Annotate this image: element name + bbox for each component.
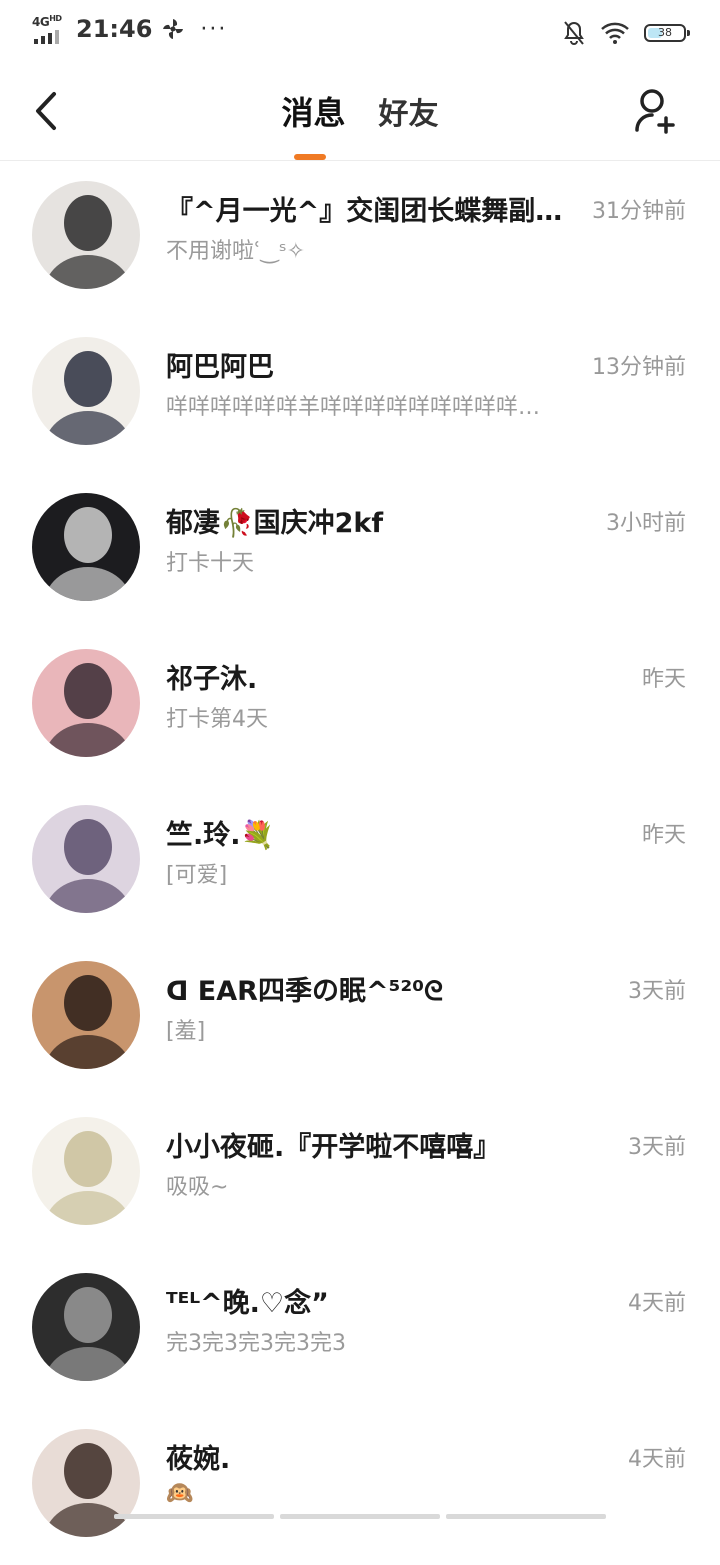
- conversation-time: 3天前: [628, 979, 686, 1004]
- conversation-time: 13分钟前: [592, 355, 686, 380]
- conversation-name: ᗡ EAR四季の眠^⁵²⁰ᘓ: [166, 976, 444, 1007]
- mute-bell-icon: [564, 21, 584, 45]
- conversation-name: ᵀᴱᴸ^晚.♡念”: [166, 1288, 329, 1319]
- signal-icon: 4GHD: [32, 14, 66, 44]
- conversation-item[interactable]: 郁凄🥀国庆冲2kf 3小时前打卡十天: [0, 473, 720, 629]
- conversation-item[interactable]: 莜婉. 4天前 🙉: [0, 1409, 720, 1565]
- conversation-time: 31分钟前: [592, 199, 686, 224]
- conversation-item[interactable]: ᗡ EAR四季の眠^⁵²⁰ᘓ 3天前 [羞]: [0, 941, 720, 1097]
- conversation-preview: [羞]: [166, 1019, 206, 1044]
- conversation-list: 『^月一光^』交闺团长蝶舞副… 31分钟前不用谢啦ʿ‿ˢ✧ 阿巴阿巴 13分钟前咩咩咩…: [0, 161, 720, 1565]
- conversation-time: 4天前: [628, 1447, 686, 1472]
- avatar[interactable]: [32, 649, 140, 757]
- conversation-time: 4天前: [628, 1291, 686, 1316]
- conversation-preview: 吸吸~: [166, 1175, 229, 1200]
- scroll-indicator: [0, 1514, 720, 1520]
- conversation-item[interactable]: 祁子沐. 昨天打卡第4天: [0, 629, 720, 785]
- avatar[interactable]: [32, 1429, 140, 1537]
- conversation-preview: 咩咩咩咩咩咩羊咩咩咩咩咩咩咩咩咩…: [166, 395, 541, 420]
- avatar[interactable]: [32, 805, 140, 913]
- conversation-time: 3天前: [628, 1135, 686, 1160]
- fan-icon: [163, 19, 184, 39]
- avatar[interactable]: [32, 493, 140, 601]
- tab-messages[interactable]: 消息: [281, 88, 345, 134]
- conversation-time: 3小时前: [606, 511, 686, 536]
- clock: 21:46: [76, 15, 153, 43]
- conversation-item[interactable]: ᵀᴱᴸ^晚.♡念” 4天前完3完3完3完3完3: [0, 1253, 720, 1409]
- conversation-name: 『^月一光^』交闺团长蝶舞副…: [166, 196, 563, 227]
- conversation-time: 昨天: [641, 667, 686, 692]
- conversation-name: 郁凄🥀国庆冲2kf: [166, 508, 384, 539]
- top-nav: 消息 好友: [0, 64, 720, 161]
- conversation-item[interactable]: 竺.玲.💐 昨天 [可爱]: [0, 785, 720, 941]
- avatar[interactable]: [32, 181, 140, 289]
- avatar[interactable]: [32, 337, 140, 445]
- conversation-preview: 打卡十天: [166, 551, 255, 576]
- conversation-time: 昨天: [641, 823, 686, 848]
- avatar[interactable]: [32, 1273, 140, 1381]
- more-notifications: ···: [200, 16, 228, 42]
- conversation-name: 小小夜砸.『开学啦不嘻嘻』: [166, 1132, 501, 1163]
- conversation-name: 竺.玲.💐: [166, 820, 275, 851]
- conversation-name: 莜婉.: [166, 1444, 231, 1475]
- conversation-item[interactable]: 小小夜砸.『开学啦不嘻嘻』 3天前吸吸~: [0, 1097, 720, 1253]
- active-tab-indicator: [294, 154, 326, 160]
- battery-icon: 38: [644, 24, 690, 42]
- wifi-icon: [601, 22, 629, 44]
- avatar[interactable]: [32, 961, 140, 1069]
- add-friend-button[interactable]: [634, 88, 678, 134]
- conversation-preview: 打卡第4天: [166, 707, 268, 732]
- conversation-item[interactable]: 阿巴阿巴 13分钟前咩咩咩咩咩咩羊咩咩咩咩咩咩咩咩咩…: [0, 317, 720, 473]
- conversation-preview: 🙉: [166, 1481, 194, 1506]
- conversation-preview: 不用谢啦ʿ‿ˢ✧: [166, 239, 306, 264]
- conversation-preview: [可爱]: [166, 863, 228, 888]
- conversation-item[interactable]: 『^月一光^』交闺团长蝶舞副… 31分钟前不用谢啦ʿ‿ˢ✧: [0, 161, 720, 317]
- avatar[interactable]: [32, 1117, 140, 1225]
- conversation-preview: 完3完3完3完3完3: [166, 1331, 346, 1356]
- tab-friends[interactable]: 好友: [379, 89, 439, 133]
- conversation-name: 祁子沐.: [166, 664, 258, 695]
- conversation-name: 阿巴阿巴: [166, 352, 274, 383]
- status-bar: 4GHD 21:46 ··· 38: [0, 0, 720, 64]
